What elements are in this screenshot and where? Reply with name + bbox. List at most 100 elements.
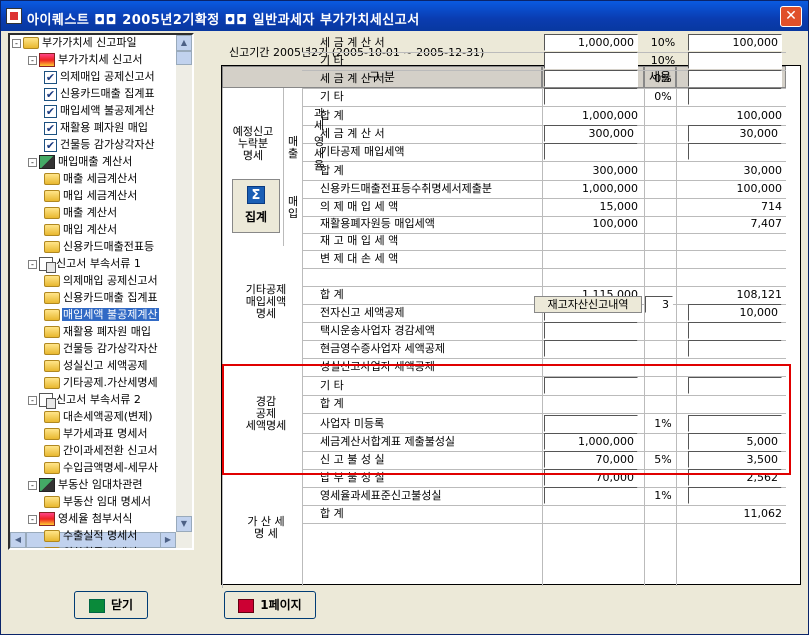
tax-field[interactable]	[688, 340, 782, 357]
checkbox-icon[interactable]: ✔	[44, 138, 57, 152]
row-label: 재활용폐자원등 매입세액	[320, 217, 435, 230]
tree-item[interactable]: 매입 세금계산서	[44, 188, 138, 205]
inventory-count-field[interactable]: 3	[645, 296, 673, 313]
tax-field[interactable]	[688, 70, 782, 87]
row-label: 합 계	[320, 109, 344, 122]
tree-item[interactable]: 간이과세전환 신고서	[44, 443, 159, 460]
collapse-icon[interactable]: -	[28, 395, 37, 405]
tax-field[interactable]: 100,000	[688, 34, 782, 51]
collapse-icon[interactable]: -	[28, 157, 37, 167]
tree-item[interactable]: 신용카드매출 집계표	[44, 290, 159, 307]
folder-icon	[44, 309, 60, 321]
amount-field[interactable]	[544, 143, 638, 160]
tree-item[interactable]: 신용카드매출전표등	[44, 239, 155, 256]
collapse-icon[interactable]: -	[28, 55, 37, 65]
collapse-icon[interactable]: -	[28, 480, 37, 490]
tree-item[interactable]: - 매입매출 계산서	[28, 154, 133, 171]
collapse-icon[interactable]: -	[28, 514, 37, 524]
tree-item[interactable]: ✔ 신용카드매출 집계표	[44, 86, 156, 103]
row-label: 영세율과세표준신고불성실	[320, 489, 442, 502]
tree-item[interactable]: 성실신고 세액공제	[44, 358, 148, 375]
tree-item[interactable]: 재활용 폐자원 매입	[44, 324, 152, 341]
scroll-thumb[interactable]	[176, 51, 192, 65]
tax-field[interactable]	[688, 143, 782, 160]
tree-vertical-scrollbar[interactable]: ▲ ▼	[176, 35, 192, 548]
tree-item[interactable]: - 영세율 첨부서식	[28, 511, 133, 528]
row-label: 변 제 대 손 세 액	[320, 252, 399, 265]
tree-item[interactable]: 매출 세금계산서	[44, 171, 138, 188]
tree-item[interactable]: ✔ 의제매입 공제신고서	[44, 69, 156, 86]
collapse-icon[interactable]: -	[12, 38, 21, 48]
tree-item[interactable]: 매입세액 불공제계산	[44, 307, 159, 324]
folder-icon	[44, 360, 60, 372]
checkbox-icon[interactable]: ✔	[44, 121, 57, 135]
scroll-up-arrow-icon[interactable]: ▲	[176, 35, 192, 51]
tree-item[interactable]: ✔ 재활용 폐자원 매입	[44, 120, 149, 137]
folder-icon	[44, 428, 60, 440]
group-label-purchase: 매 입	[287, 195, 299, 220]
checkbox-icon[interactable]: ✔	[44, 104, 57, 118]
page1-button[interactable]: 1페이지	[224, 591, 316, 619]
tax-field[interactable]: 10,000	[688, 304, 782, 321]
row-label: 합 계	[320, 164, 344, 177]
tree-item[interactable]: 대손세액공제(변제)	[44, 409, 154, 426]
tree-item[interactable]: - 부동산 임대차관련	[28, 477, 143, 494]
amount-field[interactable]	[544, 70, 638, 87]
row-label: 합 계	[320, 507, 344, 520]
tree-item[interactable]: 수입금액명세-세무사	[44, 460, 159, 477]
amount-field[interactable]	[544, 322, 638, 339]
scroll-left-arrow-icon[interactable]: ◀	[10, 532, 26, 548]
amount-field[interactable]: 1,000,000	[544, 34, 638, 51]
amount-field[interactable]: 300,000	[544, 125, 638, 142]
window-title: 아이퀘스트 ◘◘ 2005년2기확정 ◘◘ 일반과세자 부가가치세신고서	[27, 13, 420, 28]
exit-icon	[88, 598, 105, 613]
tree-item[interactable]: 외화획득 명세서	[44, 545, 138, 548]
amount-field[interactable]	[544, 88, 638, 105]
amount-field[interactable]	[544, 487, 638, 504]
close-button[interactable]: 닫기	[74, 591, 148, 619]
tax-field[interactable]	[688, 322, 782, 339]
folder-icon	[44, 224, 60, 236]
tax-field[interactable]	[688, 487, 782, 504]
amount-field[interactable]	[544, 52, 638, 69]
folder-icon	[44, 411, 60, 423]
close-window-button[interactable]: ✕	[780, 6, 802, 27]
checkbox-icon[interactable]: ✔	[44, 70, 57, 84]
scroll-down-arrow-icon[interactable]: ▼	[176, 516, 192, 532]
tree-item[interactable]: - 부가가치세 신고서	[28, 52, 143, 69]
tree-item[interactable]: 기타공제.가산세명세	[44, 375, 159, 392]
tree-item[interactable]: - 신고서 부속서류 1	[28, 256, 142, 273]
aggregate-button[interactable]: Σ 집계	[232, 179, 280, 233]
rate-cell: 0%	[654, 90, 672, 103]
row-label: 세 금 계 산 서	[320, 72, 385, 85]
rate-cell: 1%	[654, 489, 672, 502]
collapse-icon[interactable]: -	[28, 259, 37, 269]
tree-item[interactable]: 매출 계산서	[44, 205, 118, 222]
tree-item[interactable]: ✔ 매입세액 불공제계산	[44, 103, 156, 120]
amount-field[interactable]	[544, 340, 638, 357]
scroll-right-arrow-icon[interactable]: ▶	[160, 532, 176, 548]
tax-field[interactable]: 30,000	[688, 125, 782, 142]
tree-item[interactable]: 부가세과표 명세서	[44, 426, 148, 443]
tax-field[interactable]	[688, 52, 782, 69]
tree-item[interactable]: 부동산 임대 명세서	[44, 494, 152, 511]
column-divider	[644, 88, 645, 586]
tax-field: 7,407	[750, 217, 783, 230]
tax-field[interactable]	[688, 88, 782, 105]
tree-item[interactable]: - 부가가치세 신고파일	[12, 35, 138, 52]
checkbox-icon[interactable]: ✔	[44, 87, 57, 101]
row-label: 재 고 매 입 세 액	[320, 234, 399, 247]
folder-icon	[44, 343, 60, 355]
tree-item[interactable]: 매입 계산서	[44, 222, 118, 239]
tree-item[interactable]: - 신고서 부속서류 2	[28, 392, 142, 409]
tree-item[interactable]: 수출실적 명세서	[44, 528, 138, 545]
inventory-report-button[interactable]: 재고자산신고내역	[534, 296, 642, 313]
folder-icon	[23, 37, 39, 49]
group-label-zero-rate: 영 세 율	[313, 135, 325, 172]
navigation-tree[interactable]: ▲ ▼ ◀ ▶ - 부가가치세 신고파일 - 부가가치세 신고서 ✔ 의제매입 공제신고서…	[8, 33, 194, 550]
folder-icon	[44, 530, 60, 542]
tree-item[interactable]: 의제매입 공제신고서	[44, 273, 159, 290]
title-bar[interactable]: 아이퀘스트 ◘◘ 2005년2기확정 ◘◘ 일반과세자 부가가치세신고서 ✕	[1, 1, 808, 31]
tree-item[interactable]: ✔ 건물등 감가상각자산	[44, 137, 156, 154]
tree-item[interactable]: 건물등 감가상각자산	[44, 341, 159, 358]
